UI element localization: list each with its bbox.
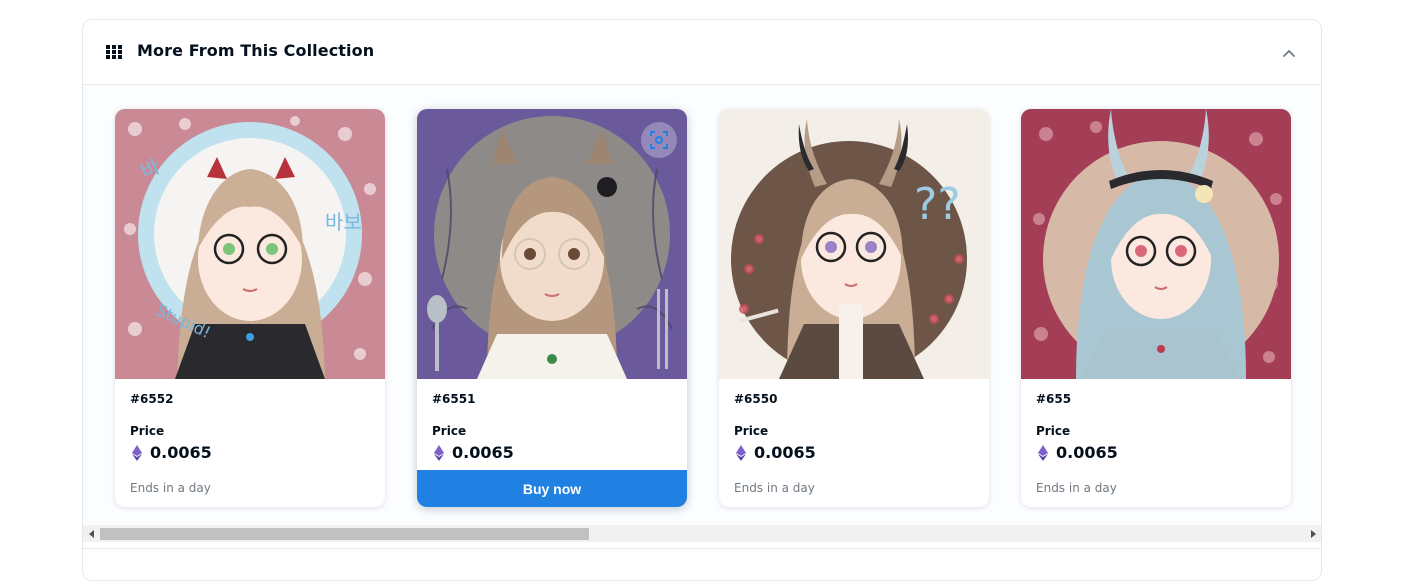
price-label: Price — [734, 424, 769, 438]
ethereum-icon — [132, 444, 142, 461]
caret-left-icon — [88, 529, 94, 538]
auction-ends: Ends in a day — [734, 481, 815, 495]
auction-ends: Ends in a day — [130, 481, 211, 495]
collapse-button[interactable] — [1277, 41, 1301, 65]
nft-name: #655 — [1036, 392, 1072, 406]
price-label: Price — [432, 424, 467, 438]
nft-card[interactable]: 바 바보 Stupid! #6552 Price 0.0065 Ends in … — [115, 109, 385, 507]
price-row: 0.0065 — [132, 443, 212, 462]
nft-image[interactable] — [1021, 109, 1291, 379]
ethereum-icon — [434, 444, 444, 461]
scroll-left-button[interactable] — [83, 525, 100, 542]
ethereum-icon — [736, 444, 746, 461]
nft-image[interactable]: 바 바보 Stupid! — [115, 109, 385, 379]
price-row: 0.0065 — [434, 443, 514, 462]
grid-icon — [106, 45, 122, 59]
caret-right-icon — [1310, 529, 1316, 538]
nft-name: #6552 — [130, 392, 174, 406]
ethereum-icon — [1038, 444, 1048, 461]
price-row: 0.0065 — [1038, 443, 1118, 462]
collection-carousel: 바 바보 Stupid! #6552 Price 0.0065 Ends in … — [83, 85, 1321, 525]
nft-card[interactable]: ?? #6550 Price 0.0065 Ends in a day — [719, 109, 989, 507]
nft-image[interactable]: ?? — [719, 109, 989, 379]
horizontal-scrollbar[interactable] — [83, 525, 1321, 542]
price-value: 0.0065 — [754, 443, 816, 462]
price-row: 0.0065 — [736, 443, 816, 462]
divider — [83, 548, 1321, 549]
svg-text:??: ?? — [914, 179, 961, 230]
scan-icon — [650, 131, 668, 149]
price-value: 0.0065 — [452, 443, 514, 462]
nft-card[interactable]: #655 Price 0.0065 Ends in a day — [1021, 109, 1291, 507]
scrollbar-thumb[interactable] — [100, 528, 589, 540]
chevron-up-icon — [1283, 49, 1295, 57]
auction-ends: Ends in a day — [1036, 481, 1117, 495]
nft-name: #6551 — [432, 392, 476, 406]
price-value: 0.0065 — [150, 443, 212, 462]
view-badge-button[interactable] — [641, 122, 677, 158]
panel-header[interactable]: More From This Collection — [83, 20, 1321, 85]
scroll-right-button[interactable] — [1304, 525, 1321, 542]
collection-panel: More From This Collection 바 바보 Stupid! #… — [82, 19, 1322, 581]
price-label: Price — [1036, 424, 1071, 438]
buy-now-button[interactable]: Buy now — [417, 470, 687, 507]
nft-card[interactable]: #6551 Price 0.0065 Buy now — [417, 109, 687, 507]
price-label: Price — [130, 424, 165, 438]
panel-title: More From This Collection — [137, 41, 375, 60]
nft-name: #6550 — [734, 392, 778, 406]
svg-text:바보: 바보 — [325, 210, 362, 234]
price-value: 0.0065 — [1056, 443, 1118, 462]
